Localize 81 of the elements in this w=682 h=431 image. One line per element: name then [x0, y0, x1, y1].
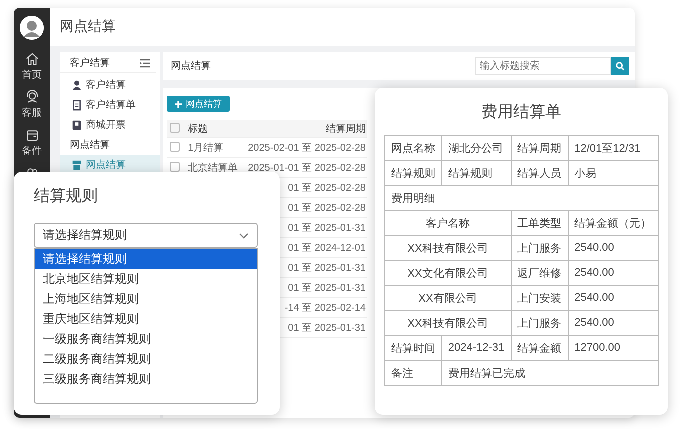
- table-cell: 备注: [384, 360, 442, 386]
- table-cell: 2025-02-01 至 2025-02-28: [248, 142, 366, 154]
- home-icon: [24, 52, 40, 67]
- table-cell: 湖北分公司: [442, 136, 512, 160]
- table-cell: 01 至 2024-12-01: [288, 242, 366, 254]
- rule-select[interactable]: 请选择结算规则: [34, 223, 258, 248]
- table-cell: 2540.00: [568, 310, 658, 336]
- table-cell: 01 至 2025-01-31: [288, 262, 366, 274]
- nav-item[interactable]: 客服: [22, 90, 42, 120]
- table-cell: 网点名称: [384, 136, 442, 160]
- table-cell: XX文化有限公司: [384, 260, 512, 286]
- dropdown-option[interactable]: 上海地区结算规则: [35, 289, 257, 309]
- table-cell: 结算周期: [511, 136, 568, 160]
- table-cell: 客户名称: [384, 210, 512, 236]
- table-cell: 01 至 2025-01-31: [288, 222, 366, 234]
- add-button[interactable]: 网点结算: [167, 96, 230, 112]
- table-cell: 上门服务: [511, 310, 568, 336]
- table-cell: 上门安装: [511, 286, 568, 310]
- search-field[interactable]: 输入标题搜索: [475, 57, 611, 75]
- column-header: 标题: [185, 120, 244, 138]
- doc-icon: [72, 100, 82, 110]
- window-title: 网点结算: [60, 18, 116, 36]
- table-cell: 12/01至12/31: [568, 136, 658, 160]
- menu-item[interactable]: 商城开票: [60, 115, 160, 135]
- table-cell: 工单类型: [511, 210, 568, 236]
- user-icon: [72, 80, 82, 90]
- table-cell: 结算规则: [384, 160, 442, 186]
- table-cell: 12700.00: [568, 336, 658, 360]
- plus-icon: [175, 100, 182, 108]
- section-title: 客户结算: [70, 56, 110, 70]
- dropdown-option[interactable]: 二级服务商结算规则: [35, 349, 257, 369]
- bill-title: 费用结算单: [482, 102, 562, 123]
- table-cell: 结算时间: [384, 336, 442, 360]
- search-icon: [616, 62, 624, 70]
- table-cell: 结算金额: [511, 336, 568, 360]
- headset-icon: [24, 90, 40, 105]
- table-cell: 北京结算单: [188, 162, 238, 174]
- menu-item[interactable]: 客户结算单: [60, 95, 160, 115]
- table-cell: 2540.00: [568, 260, 658, 286]
- table-cell: 2024-12-31: [442, 336, 512, 360]
- avatar-icon[interactable]: [20, 16, 44, 40]
- table-cell: 结算人员: [511, 160, 568, 186]
- dropdown-option[interactable]: 一级服务商结算规则: [35, 329, 257, 349]
- table-cell: XX有限公司: [384, 286, 512, 310]
- table-cell: 01 至 2025-01-31: [288, 322, 366, 334]
- table-cell: 费用明细: [384, 186, 658, 210]
- search-button[interactable]: [611, 57, 629, 75]
- table-cell: 2025-01-01 至 2025-02-28: [248, 162, 366, 174]
- table-cell: 费用结算已完成: [442, 360, 658, 386]
- table-cell: 结算规则: [442, 160, 512, 186]
- nav-item[interactable]: 首页: [22, 52, 42, 82]
- wallet-icon: [24, 128, 40, 143]
- chevron-down-icon: [239, 232, 249, 238]
- dropdown-option[interactable]: 三级服务商结算规则: [35, 369, 257, 389]
- checkbox[interactable]: [170, 142, 180, 152]
- menu-icon[interactable]: [140, 58, 150, 68]
- page-heading: 网点结算: [171, 60, 211, 73]
- nav-item[interactable]: 备件: [22, 128, 42, 158]
- table-cell: 1月结算: [188, 142, 224, 154]
- dialog-title: 结算规则: [34, 186, 98, 207]
- table-cell: 01 至 2025-02-28: [288, 182, 366, 194]
- table-cell: XX科技有限公司: [384, 236, 512, 260]
- table-cell: -14 至 2025-02-14: [284, 302, 366, 314]
- invoice-icon: [72, 120, 82, 130]
- dropdown-option[interactable]: 请选择结算规则: [35, 249, 257, 269]
- checkbox[interactable]: [170, 123, 180, 134]
- dropdown-option[interactable]: 北京地区结算规则: [35, 269, 257, 289]
- shop-icon: [72, 160, 82, 170]
- table-cell: 2540.00: [568, 286, 658, 310]
- section-title: 网点结算: [69, 138, 111, 153]
- table-cell: 01 至 2025-02-28: [288, 202, 366, 214]
- table-cell: 2540.00: [568, 236, 658, 260]
- table-cell: 小易: [568, 160, 658, 186]
- table-cell: 01 至 2025-01-31: [288, 282, 366, 294]
- dropdown-option[interactable]: 重庆地区结算规则: [35, 309, 257, 329]
- table-cell: 上门服务: [511, 236, 568, 260]
- column-header: 结算周期: [244, 120, 367, 138]
- menu-item[interactable]: 客户结算: [60, 75, 160, 95]
- table-cell: 结算金额（元）: [568, 210, 658, 236]
- table-cell: 返厂维修: [511, 260, 568, 286]
- table-cell: XX科技有限公司: [384, 310, 512, 336]
